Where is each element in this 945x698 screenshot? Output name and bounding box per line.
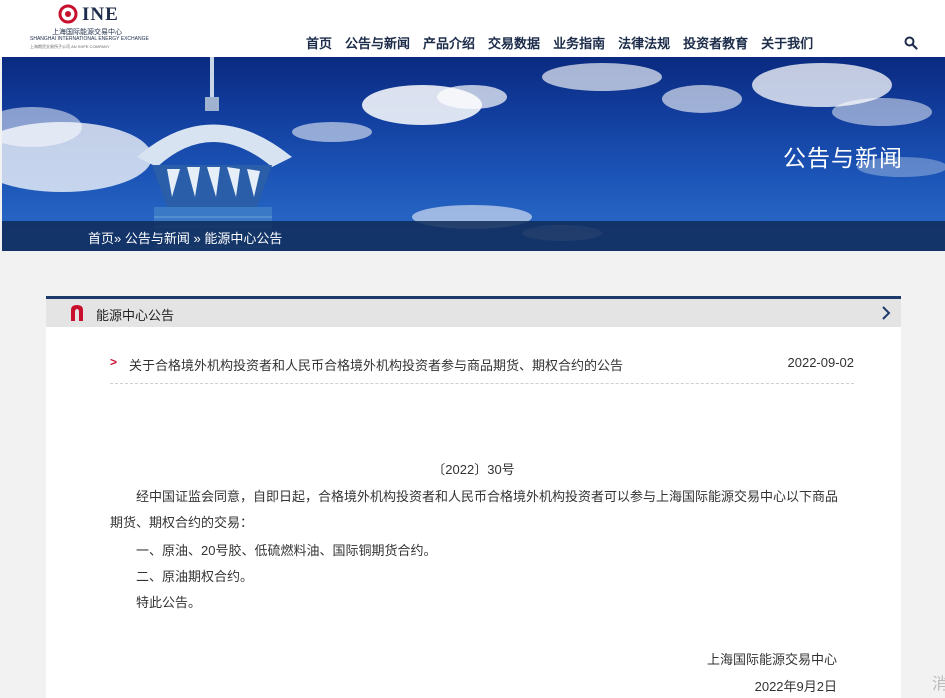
nav-item-regulations[interactable]: 法律法规 <box>618 33 670 51</box>
breadcrumb: 首页» 公告与新闻 » 能源中心公告 <box>2 221 945 251</box>
search-icon[interactable] <box>904 36 918 50</box>
nav-item-about-us[interactable]: 关于我们 <box>761 33 813 51</box>
article-date: 2022-09-02 <box>787 355 855 370</box>
nav-item-trading-data[interactable]: 交易数据 <box>488 33 540 51</box>
section-header: 能源中心公告 <box>46 299 901 327</box>
breadcrumb-home[interactable]: 首页» <box>88 231 121 246</box>
nav-item-investor-education[interactable]: 投资者教育 <box>683 33 748 51</box>
article-paragraph: 一、原油、20号胶、低硫燃料油、国际铜期货合约。 <box>136 543 437 558</box>
breadcrumb-section[interactable]: 公告与新闻 <box>125 231 190 246</box>
nav-item-news[interactable]: 公告与新闻 <box>345 33 410 51</box>
ine-logo-icon <box>58 4 78 24</box>
banner-title: 公告与新闻 <box>783 145 903 171</box>
logo-en-name: SHANGHAI INTERNATIONAL ENERGY EXCHANGE <box>30 36 149 42</box>
logo-subtitle: 上海期货交易所子公司 AN SHFE COMPANY <box>30 44 110 49</box>
logo-text: INE <box>82 4 119 25</box>
chevron-right-icon[interactable] <box>881 306 891 320</box>
content-card: 能源中心公告 > 关于合格境外机构投资者和人民币合格境外机构投资者参与商品期货、… <box>46 296 901 698</box>
main-nav: 首页 公告与新闻 产品介绍 交易数据 业务指南 法律法规 投资者教育 关于我们 <box>306 33 826 51</box>
nav-item-business-guide[interactable]: 业务指南 <box>553 33 605 51</box>
article-paragraph: 经中国证监会同意，自即日起，合格境外机构投资者和人民币合格境外机构投资者可以参与… <box>110 489 839 530</box>
nav-item-products[interactable]: 产品介绍 <box>423 33 475 51</box>
site-logo[interactable]: INE 上海国际能源交易中心 SHANGHAI INTERNATIONAL EN… <box>30 4 150 50</box>
side-float-text[interactable]: 消 <box>932 670 945 694</box>
bullet-icon: > <box>110 355 118 369</box>
article-paragraph: 特此公告。 <box>136 595 202 610</box>
document-number: 〔2022〕30号 <box>432 462 515 477</box>
section-title: 能源中心公告 <box>96 308 175 323</box>
breadcrumb-separator: » <box>193 231 201 246</box>
signature: 上海国际能源交易中心 <box>706 652 837 667</box>
site-header: INE 上海国际能源交易中心 SHANGHAI INTERNATIONAL EN… <box>0 0 945 57</box>
article-paragraph: 二、原油期权合约。 <box>136 569 254 584</box>
article-title[interactable]: 关于合格境外机构投资者和人民币合格境外机构投资者参与商品期货、期权合约的公告 <box>129 355 623 374</box>
article-list-item[interactable]: > 关于合格境外机构投资者和人民币合格境外机构投资者参与商品期货、期权合约的公告… <box>110 350 854 384</box>
ine-logo-icon <box>71 305 83 321</box>
breadcrumb-current[interactable]: 能源中心公告 <box>204 231 282 246</box>
nav-item-home[interactable]: 首页 <box>306 33 332 51</box>
signature-date: 2022年9月2日 <box>754 679 837 694</box>
